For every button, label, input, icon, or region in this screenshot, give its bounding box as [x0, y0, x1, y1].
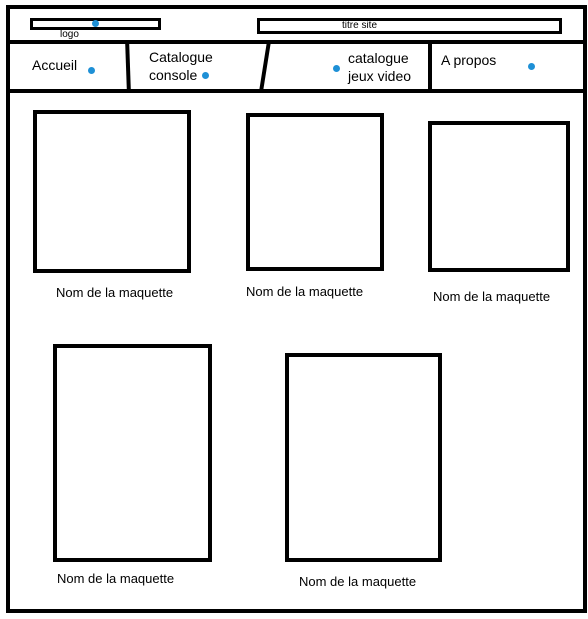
product-name-4: Nom de la maquette — [57, 571, 175, 586]
nav-separator-3 — [428, 42, 432, 91]
product-image-placeholder-4[interactable] — [53, 344, 212, 562]
product-image-placeholder-2[interactable] — [246, 113, 384, 271]
nav-item-catalogue-console-line2: console — [149, 67, 198, 83]
product-image-placeholder-5[interactable] — [285, 353, 442, 562]
nav-item-catalogue-jeux-video-line1: catalogue — [348, 50, 409, 66]
nav-divider — [6, 89, 583, 93]
nav-item-accueil-label: Accueil — [32, 57, 78, 73]
product-name-3: Nom de la maquette — [433, 289, 551, 304]
product-image-placeholder-3[interactable] — [428, 121, 570, 272]
logo-marker-dot — [92, 20, 99, 27]
product-name-2: Nom de la maquette — [246, 284, 364, 299]
logo-label: logo — [60, 29, 79, 40]
product-image-placeholder-1[interactable] — [33, 110, 191, 273]
nav-item-catalogue-console-line1: Catalogue — [149, 49, 213, 65]
nav-item-catalogue-jeux-video-dot — [333, 65, 340, 72]
nav-item-catalogue-jeux-video-line2: jeux video — [348, 68, 412, 84]
product-name-5: Nom de la maquette — [299, 574, 417, 589]
site-title-placeholder — [257, 18, 562, 34]
header-divider — [6, 40, 583, 44]
product-name-1: Nom de la maquette — [56, 285, 174, 300]
nav-item-accueil-dot — [88, 67, 95, 74]
site-title: titre site — [342, 20, 378, 31]
nav-item-catalogue-console-dot — [202, 72, 209, 79]
nav-item-a-propos-label: A propos — [441, 52, 497, 68]
nav-item-a-propos-dot — [528, 63, 535, 70]
